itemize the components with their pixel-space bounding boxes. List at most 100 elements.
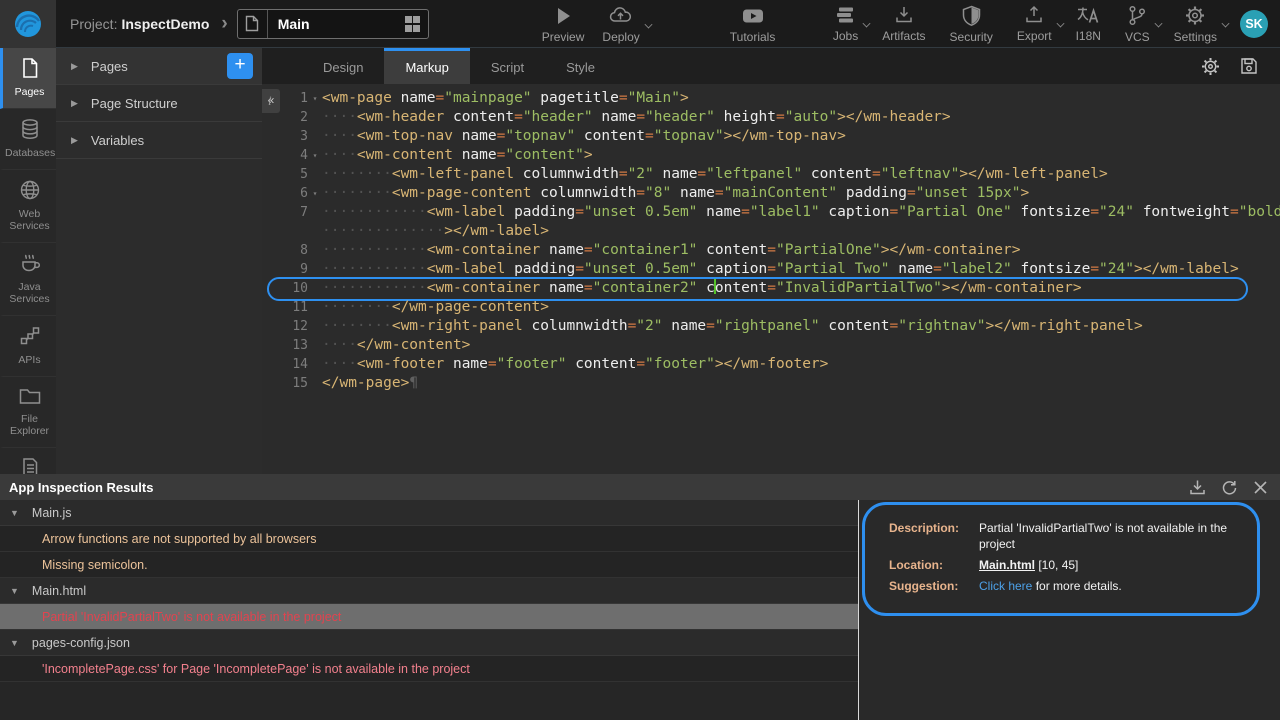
chevron-down-icon	[862, 20, 870, 28]
line-number	[282, 222, 308, 241]
markup-code-editor[interactable]: 1▾<wm-page name="mainpage" pagetitle="Ma…	[262, 84, 1280, 474]
toolbar-artifacts[interactable]: Artifacts	[873, 3, 934, 43]
issue-text: Partial 'InvalidPartialTwo' is not avail…	[42, 610, 341, 624]
toolbar-label: Export	[1017, 29, 1052, 43]
toolbar-label: I18N	[1076, 29, 1101, 43]
wavemaker-logo[interactable]	[0, 0, 56, 48]
issue-group-main-html[interactable]: ▼Main.html	[0, 578, 858, 604]
toolbar-preview[interactable]: Preview	[533, 4, 594, 44]
line-number: 13	[282, 336, 308, 355]
chevron-down-icon	[644, 21, 652, 29]
toolbar-deploy[interactable]: Deploy	[593, 4, 648, 44]
save-icon[interactable]	[1240, 57, 1258, 75]
sidebar-item-web-services[interactable]: WebServices	[0, 170, 56, 243]
fold-arrow-icon[interactable]: ▾	[308, 89, 322, 108]
upload-tray-icon	[1023, 5, 1045, 25]
toolbar-label: Tutorials	[730, 30, 776, 44]
tab-script[interactable]: Script	[470, 48, 545, 84]
panel-section-variables[interactable]: ▶Variables	[56, 122, 262, 159]
line-number: 11	[282, 298, 308, 317]
code-line[interactable]: 8············<wm-container name="contain…	[262, 241, 1280, 260]
issue-row[interactable]: Missing semicolon.	[0, 552, 858, 578]
code-line[interactable]: 11········</wm-page-content>	[262, 298, 1280, 317]
sidebar-item-apis[interactable]: APIs	[0, 316, 56, 377]
sidebar-item-file-explorer[interactable]: FileExplorer	[0, 377, 56, 448]
issue-group-filename: Main.js	[32, 506, 72, 520]
sidebar-item-databases[interactable]: Databases	[0, 109, 56, 170]
fold-arrow-icon[interactable]: ▾	[308, 184, 322, 203]
panel-section-label: Pages	[91, 59, 128, 74]
expand-triangle-icon[interactable]: ▶	[71, 135, 78, 146]
sidebar-item-label: WebServices	[5, 208, 54, 232]
issue-group-pages-config-json[interactable]: ▼pages-config.json	[0, 630, 858, 656]
expand-triangle-icon[interactable]: ▶	[71, 98, 78, 109]
close-panel-icon[interactable]	[1253, 480, 1268, 495]
code-line[interactable]: ··············></wm-label>	[262, 222, 1280, 241]
user-avatar[interactable]: SK	[1240, 10, 1268, 38]
code-line[interactable]: 12········<wm-right-panel columnwidth="2…	[262, 317, 1280, 336]
panel-section-page-structure[interactable]: ▶Page Structure	[56, 85, 262, 122]
info-annotation-icon[interactable]: i	[268, 93, 272, 109]
line-number: 7	[282, 203, 308, 222]
code-line[interactable]: 3····<wm-top-nav name="topnav" content="…	[262, 127, 1280, 146]
toolbar-export[interactable]: Export	[1008, 3, 1061, 43]
line-number: 3	[282, 127, 308, 146]
code-line[interactable]: 15</wm-page>¶	[262, 374, 1280, 393]
sidebar-item-java-services[interactable]: JavaServices	[0, 243, 56, 316]
panel-section-pages[interactable]: ▶ Pages +	[56, 48, 262, 85]
fold-arrow-icon[interactable]: ▾	[308, 146, 322, 165]
app-inspection-panel: App Inspection Results ▼ Main.js Arrow fun…	[0, 474, 1280, 720]
collapse-triangle-icon[interactable]: ▼	[10, 638, 19, 648]
sidebar-item-label: JavaServices	[5, 281, 54, 305]
code-line[interactable]: 13····</wm-content>	[262, 336, 1280, 355]
folder-icon	[18, 386, 42, 410]
issue-row[interactable]: 'IncompletePage.css' for Page 'Incomplet…	[0, 656, 858, 682]
download-results-icon[interactable]	[1189, 479, 1206, 496]
code-line[interactable]: 6▾········<wm-page-content columnwidth="…	[262, 184, 1280, 203]
line-number: 6	[282, 184, 308, 203]
code-line[interactable]: 5········<wm-left-panel columnwidth="2" …	[262, 165, 1280, 184]
issue-row-selected[interactable]: Partial 'InvalidPartialTwo' is not avail…	[0, 604, 858, 630]
toolbar-vcs[interactable]: VCS	[1116, 3, 1159, 44]
toolbar-settings[interactable]: Settings	[1165, 3, 1226, 44]
code-line[interactable]: 4▾····<wm-content name="content">	[262, 146, 1280, 165]
tab-markup[interactable]: Markup	[384, 48, 469, 84]
issue-group-main-js[interactable]: ▼ Main.js	[0, 500, 858, 526]
page-selector-value: Main	[268, 16, 405, 32]
inspection-title: App Inspection Results	[9, 480, 153, 495]
code-line[interactable]: 2····<wm-header content="header" name="h…	[262, 108, 1280, 127]
toolbar-tutorials[interactable]: Tutorials	[721, 4, 785, 44]
collapse-triangle-icon[interactable]: ▼	[10, 586, 19, 596]
left-icon-sidebar: Pages Databases WebServices JavaServices API…	[0, 48, 56, 474]
toolbar-jobs[interactable]: Jobs	[824, 3, 867, 43]
code-line[interactable]: 1▾<wm-page name="mainpage" pagetitle="Ma…	[262, 89, 1280, 108]
gutter-spacer	[308, 260, 322, 279]
description-label: Description:	[889, 520, 973, 552]
code-text: ············<wm-label padding="unset 0.5…	[322, 260, 1239, 279]
tab-design[interactable]: Design	[302, 48, 384, 84]
toolbar-security[interactable]: Security	[941, 3, 1002, 44]
code-line[interactable]: 9············<wm-label padding="unset 0.…	[262, 260, 1280, 279]
location-file-link[interactable]: Main.html	[979, 558, 1035, 572]
line-number: 15	[282, 374, 308, 393]
code-line-highlighted[interactable]: 10············<wm-container name="contai…	[262, 279, 1280, 298]
issue-row[interactable]: Arrow functions are not supported by all…	[0, 526, 858, 552]
code-text: ········<wm-right-panel columnwidth="2" …	[322, 317, 1143, 336]
expand-triangle-icon[interactable]: ▶	[71, 61, 78, 72]
code-line[interactable]: 7············<wm-label padding="unset 0.…	[262, 203, 1280, 222]
page-selector[interactable]: Main	[237, 9, 429, 39]
suggestion-link[interactable]: Click here	[979, 579, 1032, 593]
youtube-icon	[741, 6, 765, 26]
collapse-triangle-icon[interactable]: ▼	[10, 508, 19, 518]
issue-text: 'IncompletePage.css' for Page 'Incomplet…	[42, 662, 470, 676]
gutter-spacer	[308, 336, 322, 355]
code-line[interactable]: 14····<wm-footer name="footer" content="…	[262, 355, 1280, 374]
tab-style[interactable]: Style	[545, 48, 616, 84]
add-page-button[interactable]: +	[227, 53, 253, 79]
grid-icon[interactable]	[405, 16, 420, 31]
markup-settings-gear-icon[interactable]	[1201, 57, 1220, 76]
sidebar-item-pages[interactable]: Pages	[0, 48, 56, 109]
refresh-icon[interactable]	[1221, 479, 1238, 496]
sidebar-item-label: Databases	[5, 147, 54, 159]
toolbar-i18n[interactable]: I18N	[1067, 3, 1110, 43]
